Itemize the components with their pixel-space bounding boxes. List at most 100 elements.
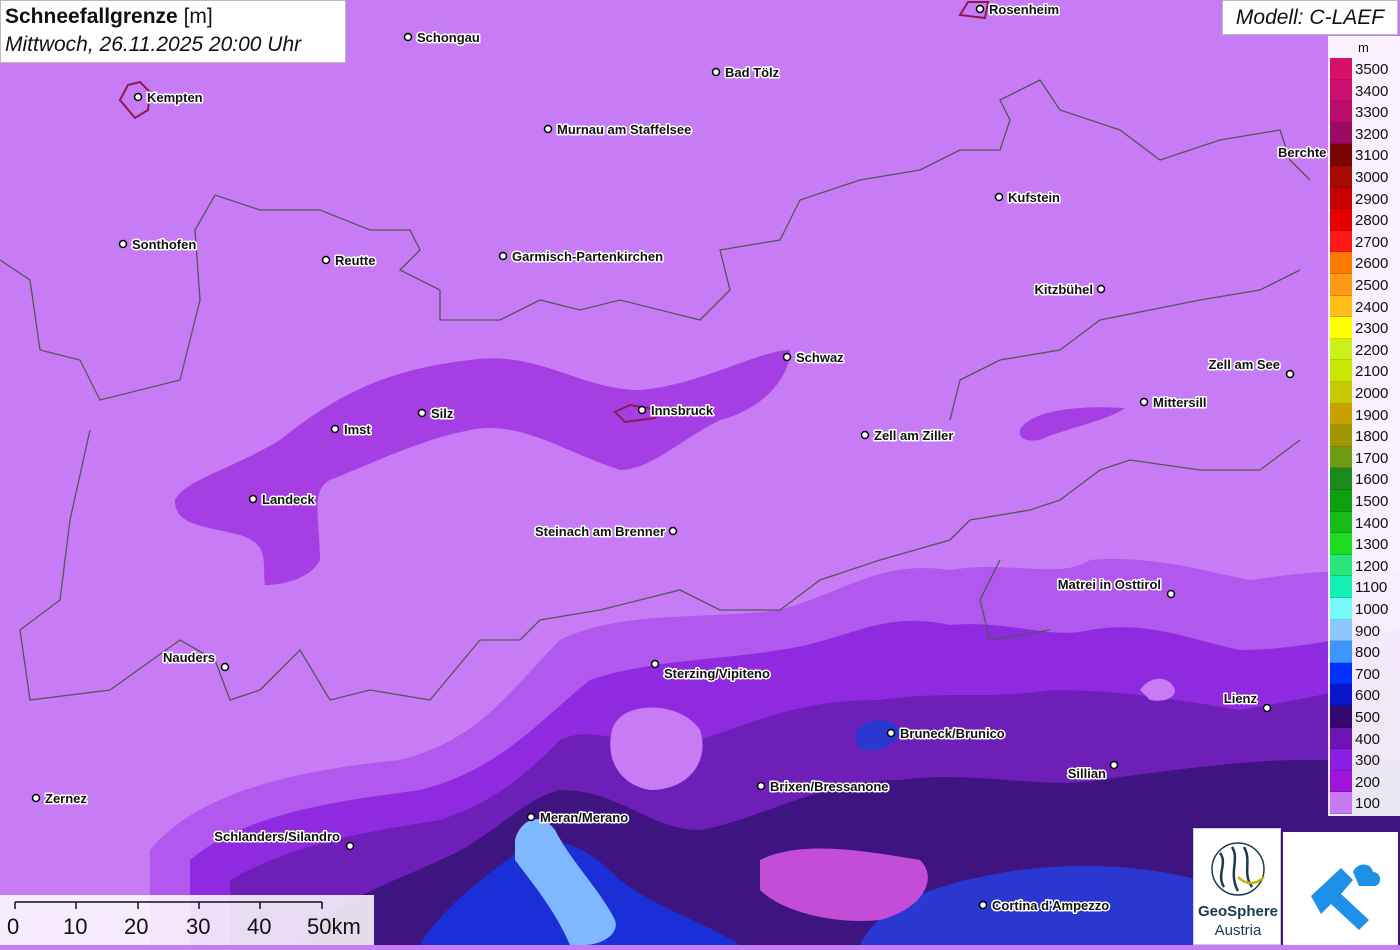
city-label: Nauders [163, 650, 215, 665]
legend-swatch [1330, 209, 1352, 231]
city-marker[interactable]: Meran/Merano [526, 809, 630, 827]
city-label: Zernez [45, 791, 87, 806]
city-label: Bad Tölz [725, 65, 780, 80]
legend-swatch [1330, 792, 1352, 814]
legend-value: 1400 [1355, 514, 1389, 532]
city-label: Kufstein [1008, 190, 1060, 205]
legend-entry: 2300 [1328, 317, 1400, 339]
legend-value: 2400 [1355, 298, 1389, 316]
legend-entry: 3100 [1328, 144, 1400, 166]
city-marker[interactable]: Berchte [1277, 144, 1328, 162]
city-marker[interactable]: Rosenheim [975, 1, 1061, 19]
city-label: Silz [431, 406, 454, 421]
city-marker[interactable]: Bruneck/Brunico [886, 725, 1006, 743]
city-label: Lienz [1224, 691, 1258, 706]
color-legend: m 3500 3400 3300 3200 3100 3000 2900 2800 2700 26… [1328, 36, 1400, 816]
forecast-datetime: Mittwoch, 26.11.2025 20:00 Uhr [5, 33, 302, 56]
scale-label-50km: 50km [307, 914, 361, 939]
city-label: Landeck [262, 492, 316, 507]
legend-value: 3500 [1355, 61, 1389, 78]
city-label: Zell am Ziller [874, 428, 953, 443]
legend-swatch [1330, 122, 1352, 145]
city-marker[interactable]: Zell am Ziller [860, 427, 955, 445]
snowfall-line-map[interactable]: Schongau Rosenheim Kempten Bad Tölz Murnau a… [0, 0, 1400, 945]
weather-app-logo[interactable] [1283, 832, 1398, 945]
city-label: Murnau am Staffelsee [557, 122, 691, 137]
geosphere-austria-logo[interactable]: GeoSphere Austria [1193, 828, 1281, 945]
legend-entry: 1400 [1328, 511, 1400, 534]
city-dot-icon [1096, 284, 1106, 294]
city-dot-icon [756, 781, 766, 791]
legend-value: 2300 [1355, 320, 1389, 338]
scale-label-20: 20 [124, 914, 149, 939]
city-dot-icon [668, 526, 678, 536]
city-label: Schlanders/Silandro [214, 829, 340, 844]
legend-entry: 1300 [1328, 533, 1400, 555]
city-dot-icon [133, 92, 143, 102]
city-dot-icon [1109, 760, 1119, 770]
legend-value: 1100 [1355, 579, 1388, 597]
parameter-name: Schneefallgrenze [5, 5, 178, 28]
city-dot-icon [118, 239, 128, 249]
legend-entry: 1000 [1328, 598, 1400, 620]
legend-entry: 1800 [1328, 425, 1400, 447]
legend-value: 2700 [1355, 233, 1389, 251]
legend-value: 1900 [1355, 406, 1389, 424]
city-label: Sterzing/Vipiteno [664, 666, 770, 681]
city-dot-icon [248, 494, 258, 504]
city-dot-icon [403, 32, 413, 42]
city-dot-icon [782, 352, 792, 362]
city-dot-icon [526, 812, 536, 822]
legend-swatch [1330, 382, 1352, 404]
legend-value: 3300 [1355, 104, 1389, 122]
city-marker[interactable]: Cortina d'Ampezzo [978, 897, 1111, 915]
city-dot-icon [417, 408, 427, 418]
city-dot-icon [1262, 703, 1272, 713]
legend-value: 1300 [1355, 536, 1389, 554]
legend-entry: 2700 [1328, 230, 1400, 253]
legend-entry: 200 [1328, 770, 1400, 793]
city-dot-icon [543, 124, 553, 134]
city-dot-icon [650, 659, 660, 669]
legend-entry: 3000 [1328, 166, 1400, 188]
map-title: Schneefallgrenze [m] [5, 3, 341, 31]
city-dot-icon [978, 900, 988, 910]
city-marker[interactable]: Steinach am Brenner [533, 523, 678, 541]
legend-value: 1500 [1355, 493, 1389, 510]
city-label: Kitzbühel [1035, 282, 1094, 297]
city-dot-icon [711, 67, 721, 77]
legend-swatch [1330, 749, 1352, 771]
city-label: Schongau [417, 30, 480, 45]
city-label: Bruneck/Brunico [900, 726, 1005, 741]
legend-swatch [1330, 187, 1352, 210]
city-label: Innsbruck [651, 403, 714, 418]
legend-swatch [1330, 338, 1352, 361]
scale-label-0: 0 [7, 914, 20, 939]
city-marker[interactable]: Brixen/Bressanone [756, 778, 890, 796]
legend-entry: 300 [1328, 749, 1400, 771]
legend-entry: 3500 [1328, 58, 1400, 80]
legend-swatch [1330, 446, 1352, 469]
city-label: Sillian [1068, 766, 1106, 781]
legend-entry: 1900 [1328, 403, 1400, 426]
legend-entry: 1600 [1328, 468, 1400, 490]
city-marker[interactable]: Murnau am Staffelsee [543, 121, 693, 139]
legend-value: 300 [1355, 752, 1381, 770]
legend-value: 2100 [1355, 363, 1389, 381]
legend-swatch [1330, 684, 1352, 706]
city-label: Steinach am Brenner [535, 524, 665, 539]
legend-value: 400 [1355, 730, 1381, 748]
legend-swatch [1330, 490, 1352, 512]
legend-swatch [1330, 317, 1352, 339]
city-marker[interactable]: Sonthofen [118, 236, 198, 254]
legend-value: 100 [1355, 795, 1381, 813]
legend-swatch [1330, 598, 1352, 620]
geosphere-logo-line2: Austria [1214, 922, 1262, 939]
legend-entry: 400 [1328, 727, 1400, 750]
city-marker[interactable]: Garmisch-Partenkirchen [498, 248, 665, 266]
legend-value: 3000 [1355, 169, 1389, 186]
legend-value: 800 [1355, 644, 1381, 662]
legend-swatch [1330, 641, 1352, 663]
city-label: Zell am See [1208, 357, 1280, 372]
map-title-box: Schneefallgrenze [m] Mittwoch, 26.11.202… [0, 0, 346, 63]
